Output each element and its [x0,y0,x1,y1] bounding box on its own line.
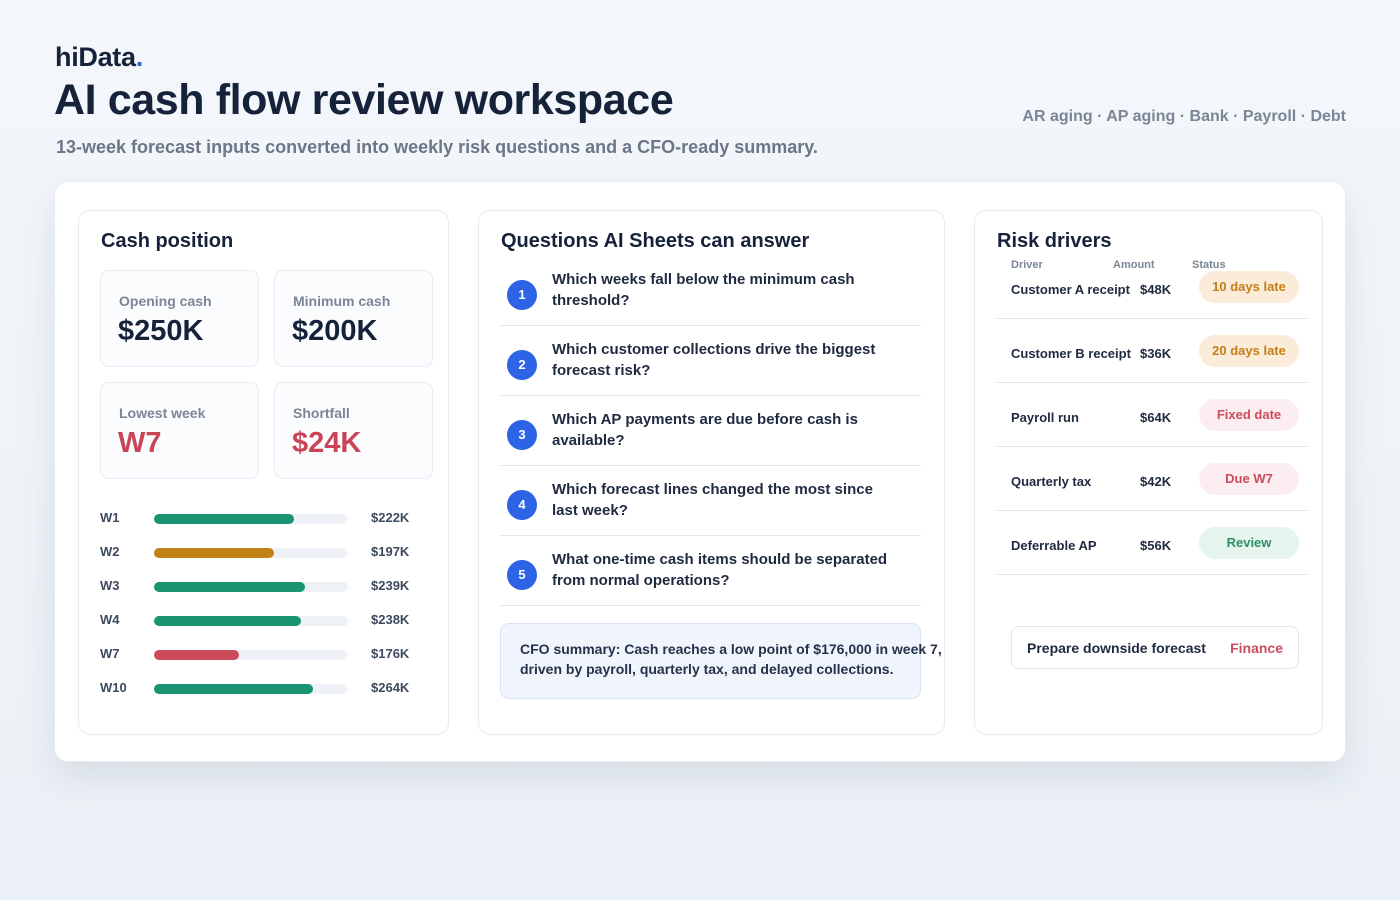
kpi-value: $250K [118,315,204,347]
question-text: Which forecast lines changed the most si… [552,481,873,519]
week-amount: $197K [371,544,410,559]
question-item[interactable]: 2 Which customer collections drive the b… [500,326,921,396]
brand-dot: . [135,42,144,72]
prepare-downside-forecast-button[interactable]: Prepare downside forecast Finance [1011,626,1299,669]
status-badge: 10 days late [1199,271,1299,303]
driver-name: Customer B receipt [1011,346,1131,361]
question-item[interactable]: 3 Which AP payments are due before cash … [500,396,921,466]
kpi-label: Lowest week [119,405,206,421]
question-text: Which weeks fall below the minimum cash … [552,271,855,309]
week-row-w3: W3 $239K [79,576,448,596]
kpi-minimum-cash: Minimum cash $200K [274,270,433,367]
week-bar-track [154,616,348,626]
week-bar-track [154,548,348,558]
week-bar-fill [154,684,314,694]
week-amount: $238K [371,612,410,627]
kpi-value: $200K [292,315,378,347]
action-label: Prepare downside forecast [1027,640,1206,656]
week-label: W7 [100,646,120,661]
week-label: W1 [100,510,120,525]
page-subtitle: 13-week forecast inputs converted into w… [56,137,818,157]
cfo-summary-box: CFO summary: Cash reaches a low point of… [500,623,942,699]
question-number-badge: 5 [507,560,537,590]
week-bar-fill [154,650,240,660]
week-bar-track [154,582,348,592]
question-number-badge: 4 [507,490,537,520]
week-amount: $176K [371,646,410,661]
questions-panel: Questions AI Sheets can answer 1 Which w… [478,210,945,735]
status-badge: Review [1199,527,1299,559]
status-badge: Fixed date [1199,399,1299,431]
week-amount: $222K [371,510,410,525]
kpi-lowest-week: Lowest week W7 [100,382,259,479]
week-label: W3 [100,578,120,593]
status-badge: Due W7 [1199,463,1299,495]
question-item[interactable]: 4 Which forecast lines changed the most … [500,466,921,536]
risk-row: Customer B receipt $36K 20 days late [995,319,1309,383]
question-number-badge: 1 [507,280,537,310]
question-item[interactable]: 1 Which weeks fall below the minimum cas… [500,256,921,326]
brand-logo: hiData. [55,42,143,73]
driver-amount: $48K [1140,282,1172,297]
week-bar-fill [154,548,275,558]
risk-row: Payroll run $64K Fixed date [995,383,1309,447]
kpi-value: $24K [292,427,362,459]
risk-drivers-title: Risk drivers [997,230,1112,252]
kpi-label: Minimum cash [293,293,391,309]
driver-amount: $64K [1140,410,1172,425]
action-owner: Finance [1230,640,1283,656]
cash-position-panel: Cash position Opening cash $250K Minimum… [78,210,449,735]
week-label: W2 [100,544,120,559]
week-row-w1: W1 $222K [79,508,448,528]
page-title: AI cash flow review workspace [54,76,674,124]
driver-name: Deferrable AP [1011,538,1097,553]
questions-title: Questions AI Sheets can answer [501,230,810,252]
question-item[interactable]: 5 What one-time cash items should be sep… [500,536,921,606]
driver-amount: $56K [1140,538,1172,553]
question-number-badge: 3 [507,420,537,450]
driver-name: Customer A receipt [1011,282,1130,297]
status-badge: 20 days late [1199,335,1299,367]
question-text: Which AP payments are due before cash is… [552,411,858,449]
risk-row: Quarterly tax $42K Due W7 [995,447,1309,511]
driver-name: Payroll run [1011,410,1079,425]
week-bar-track [154,650,348,660]
week-row-w2: W2 $197K [79,542,448,562]
risk-row: Customer A receipt $48K 10 days late [995,255,1309,319]
driver-amount: $36K [1140,346,1172,361]
question-text: What one-time cash items should be separ… [552,551,888,589]
cash-position-title: Cash position [101,230,234,252]
week-bar-fill [154,514,294,524]
week-bar-track [154,514,348,524]
data-sources: AR aging · AP aging · Bank · Payroll · D… [1022,108,1346,125]
week-amount: $239K [371,578,410,593]
risk-drivers-panel: Risk drivers Driver Amount Status Custom… [974,210,1323,735]
risk-row: Deferrable AP $56K Review [995,511,1309,575]
cfo-summary-text: CFO summary: Cash reaches a low point of… [520,641,942,677]
week-bar-fill [154,582,306,592]
kpi-label: Opening cash [119,293,212,309]
driver-name: Quarterly tax [1011,474,1092,489]
workspace-card: Cash position Opening cash $250K Minimum… [54,181,1346,762]
driver-amount: $42K [1140,474,1172,489]
week-bar-fill [154,616,302,626]
brand-name: hiData [55,42,136,72]
kpi-value: W7 [118,427,162,459]
kpi-shortfall: Shortfall $24K [274,382,433,479]
week-label: W4 [100,612,120,627]
kpi-opening-cash: Opening cash $250K [100,270,259,367]
kpi-label: Shortfall [293,405,350,421]
week-bar-track [154,684,348,694]
week-label: W10 [100,680,127,695]
question-text: Which customer collections drive the big… [552,341,876,379]
question-number-badge: 2 [507,350,537,380]
week-amount: $264K [371,680,410,695]
week-row-w7: W7 $176K [79,644,448,664]
week-row-w10: W10 $264K [79,678,448,698]
week-row-w4: W4 $238K [79,610,448,630]
